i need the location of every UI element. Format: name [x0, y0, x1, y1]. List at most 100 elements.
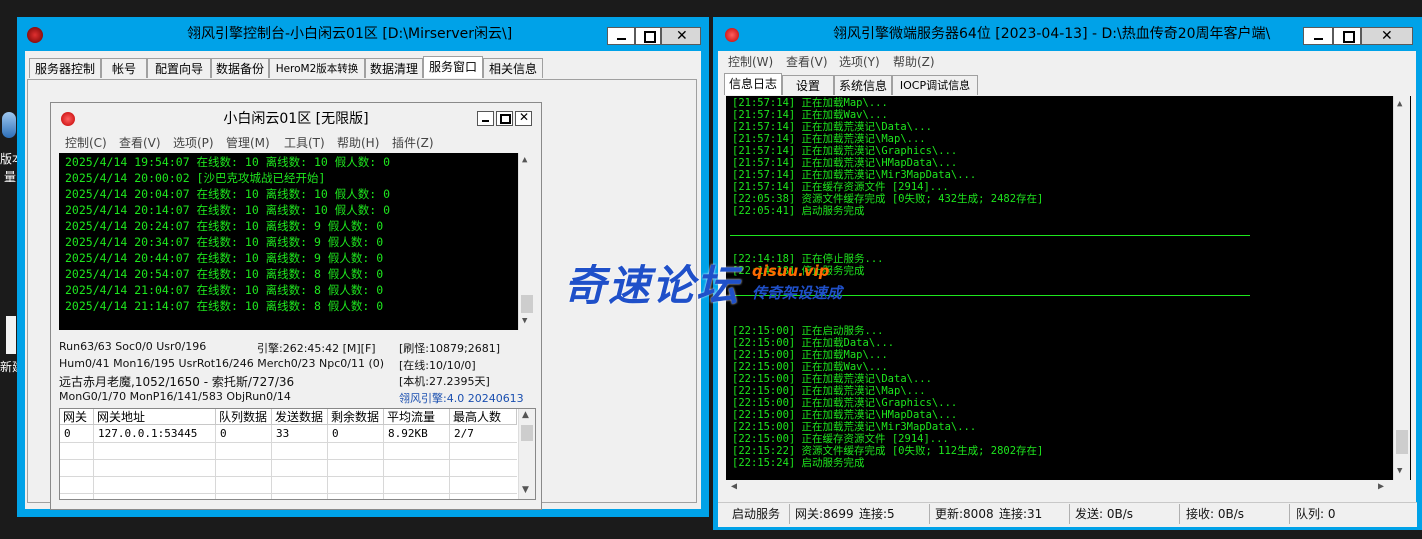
console-titlebar[interactable]: 翎风引擎控制台-小白闲云01区 [D:\Mirserver闲云\] ✕	[17, 17, 709, 51]
grid-scroll-down-icon[interactable]: ▼	[522, 485, 529, 495]
ms-menu-view[interactable]: 查看(V)	[786, 53, 828, 70]
log-line: [21:57:14] 正在加载荒漠记\Map\...	[732, 133, 926, 145]
game-server-window: 小白闲云01区 [无限版] ✕ 控制(C) 查看(V) 选项(P) 管理(M) …	[50, 102, 542, 510]
ms-minimize-button[interactable]	[1303, 27, 1333, 45]
tab-config-wizard[interactable]: 配置向导	[147, 58, 211, 78]
ms-close-icon: ✕	[1381, 28, 1393, 44]
grid-header[interactable]: 剩余数据	[328, 409, 384, 425]
desktop-file-icon[interactable]	[6, 316, 16, 354]
log-line: 2025/4/14 20:04:07 在线数: 10 离线数: 10 假人数: …	[65, 187, 391, 201]
stat-version: 翎风引擎:4.0 20240613	[399, 392, 524, 405]
microserver-titlebar[interactable]: 翎风引擎微端服务器64位 [2023-04-13] - D:\热血传奇20周年客…	[713, 17, 1422, 51]
server-log-console[interactable]: 2025/4/14 19:54:07 在线数: 10 离线数: 10 假人数: …	[59, 153, 535, 330]
status-update-connections: 连接:31	[999, 507, 1043, 521]
watermark-title: 奇速论坛	[564, 261, 741, 310]
status-gateway: 网关:8699	[795, 507, 854, 521]
menu-plugins[interactable]: 插件(Z)	[392, 134, 434, 151]
stat-run: Run63/63 Soc0/0 Usr0/196	[59, 340, 207, 353]
menu-control[interactable]: 控制(C)	[65, 134, 107, 151]
grid-scroll-thumb[interactable]	[521, 425, 533, 441]
ms-scroll-left-icon[interactable]: ◀	[731, 481, 737, 492]
grid-header[interactable]: 队列数据	[216, 409, 272, 425]
tab-info-log[interactable]: 信息日志	[724, 73, 782, 95]
tab-strip: 服务器控制 帐号 配置向导 数据备份 HeroM2版本转换 数据清理 服务窗口 …	[29, 56, 559, 80]
tab-data-backup[interactable]: 数据备份	[211, 58, 269, 78]
ms-menu-control[interactable]: 控制(W)	[728, 53, 773, 70]
status-connections: 连接:5	[859, 507, 895, 521]
ms-log-vscroll[interactable]: ▲ ▼	[1393, 96, 1410, 480]
log-line: [22:15:00] 正在加载荒漠记\Map\...	[732, 385, 926, 397]
grid-header[interactable]: 平均流量	[384, 409, 450, 425]
tab-service-window[interactable]: 服务窗口	[423, 56, 483, 78]
watermark-url: qisuu.vip	[752, 262, 830, 280]
minimize-button[interactable]	[607, 27, 635, 45]
log-line: 2025/4/14 20:24:07 在线数: 10 离线数: 9 假人数: 0	[65, 219, 384, 233]
ms-menu-options[interactable]: 选项(Y)	[839, 53, 880, 70]
tab-system-info[interactable]: 系统信息	[834, 75, 892, 95]
tab-related-info[interactable]: 相关信息	[483, 58, 543, 78]
gateway-grid[interactable]: 网关 网关地址 队列数据 发送数据 剩余数据 平均流量 最高人数 0 127.0…	[59, 408, 536, 500]
stat-engine: 引擎:262:45:42 [M][F]	[257, 342, 376, 355]
tab-iocp-debug[interactable]: IOCP调试信息	[892, 75, 978, 95]
ms-scroll-up-icon[interactable]: ▲	[1397, 99, 1402, 109]
server-maximize-button[interactable]	[496, 111, 513, 126]
status-update: 更新:8008	[935, 507, 994, 521]
log-line: [22:15:00] 正在加载荒漠记\Mir3MapData\...	[732, 421, 977, 433]
grid-header[interactable]: 最高人数	[450, 409, 517, 425]
server-close-button[interactable]: ✕	[515, 110, 532, 126]
ms-scroll-down-icon[interactable]: ▼	[1397, 466, 1402, 476]
log-line: [21:57:14] 正在加载Map\...	[732, 97, 888, 109]
ms-log-hscroll[interactable]: ◀ ▶	[726, 480, 1411, 496]
ms-menu-help[interactable]: 帮助(Z)	[893, 53, 935, 70]
menu-options[interactable]: 选项(P)	[173, 134, 214, 151]
scroll-thumb[interactable]	[521, 295, 533, 313]
tab-data-cleanup[interactable]: 数据清理	[365, 58, 423, 78]
grid-scroll-up-icon[interactable]: ▲	[522, 410, 529, 420]
tab-account[interactable]: 帐号	[101, 58, 147, 78]
grid-cell: 2/7	[454, 427, 474, 440]
server-minimize-button[interactable]	[477, 111, 494, 126]
menu-view[interactable]: 查看(V)	[119, 134, 161, 151]
grid-header[interactable]: 网关	[60, 409, 94, 425]
ms-maximize-button[interactable]	[1333, 27, 1361, 45]
menu-help[interactable]: 帮助(H)	[337, 134, 379, 151]
stat-boss: 远古赤月老魔,1052/1650 - 索托斯/727/36	[59, 375, 295, 389]
menu-manage[interactable]: 管理(M)	[226, 134, 270, 151]
log-line: [22:05:38] 资源文件缓存完成 [0失败; 432生成; 2482存在]	[732, 193, 1044, 205]
grid-header[interactable]: 发送数据	[272, 409, 328, 425]
grid-scrollbar[interactable]: ▲ ▼	[518, 409, 535, 499]
grid-cell: 8.92KB	[388, 427, 428, 440]
grid-header[interactable]: 网关地址	[94, 409, 216, 425]
desktop-app-icon[interactable]	[2, 112, 16, 138]
stat-hum: Hum0/41 Mon16/195 UsrRot16/246 Merch0/23…	[59, 357, 385, 370]
scroll-down-icon[interactable]: ▼	[522, 316, 527, 326]
status-queue: 队列: 0	[1296, 507, 1336, 521]
log-line: [22:15:00] 正在加载Map\...	[732, 349, 888, 361]
log-line: [22:15:00] 正在加载荒漠记\Data\...	[732, 373, 932, 385]
status-send: 发送: 0B/s	[1075, 507, 1134, 521]
grid-cell: 127.0.0.1:53445	[98, 427, 198, 440]
log-line: [22:15:00] 正在启动服务...	[732, 325, 884, 337]
microserver-title: 翎风引擎微端服务器64位 [2023-04-13] - D:\热血传奇20周年客…	[833, 26, 1271, 42]
ms-close-button[interactable]: ✕	[1361, 27, 1413, 45]
tab-herom2-convert[interactable]: HeroM2版本转换	[269, 58, 365, 78]
log-line: 2025/4/14 20:00:02 [沙巴克攻城战已经开始]	[65, 171, 326, 185]
log-line: [22:15:00] 正在缓存资源文件 [2914]...	[732, 433, 949, 445]
close-button[interactable]: ✕	[661, 27, 701, 45]
tab-server-control[interactable]: 服务器控制	[29, 58, 101, 78]
log-separator	[730, 235, 1250, 236]
grid-cell: 0	[332, 427, 339, 440]
log-scrollbar[interactable]: ▲ ▼	[518, 153, 535, 330]
menu-tools[interactable]: 工具(T)	[284, 134, 325, 151]
ms-scroll-right-icon[interactable]: ▶	[1378, 481, 1384, 492]
tab-settings[interactable]: 设置	[782, 75, 834, 95]
ms-scroll-thumb[interactable]	[1396, 430, 1408, 454]
app-logo-icon	[27, 27, 43, 43]
log-line: 2025/4/14 21:14:07 在线数: 10 离线数: 8 假人数: 0	[65, 299, 384, 313]
scroll-up-icon[interactable]: ▲	[522, 155, 527, 165]
stat-mongo: MonG0/1/70 MonP16/141/583 ObjRun0/14	[59, 390, 291, 403]
maximize-button[interactable]	[635, 27, 661, 45]
log-line: [21:57:14] 正在缓存资源文件 [2914]...	[732, 181, 949, 193]
start-service-button[interactable]: 启动服务	[732, 504, 780, 524]
ms-tab-strip: 信息日志 设置 系统信息 IOCP调试信息	[724, 73, 1024, 97]
